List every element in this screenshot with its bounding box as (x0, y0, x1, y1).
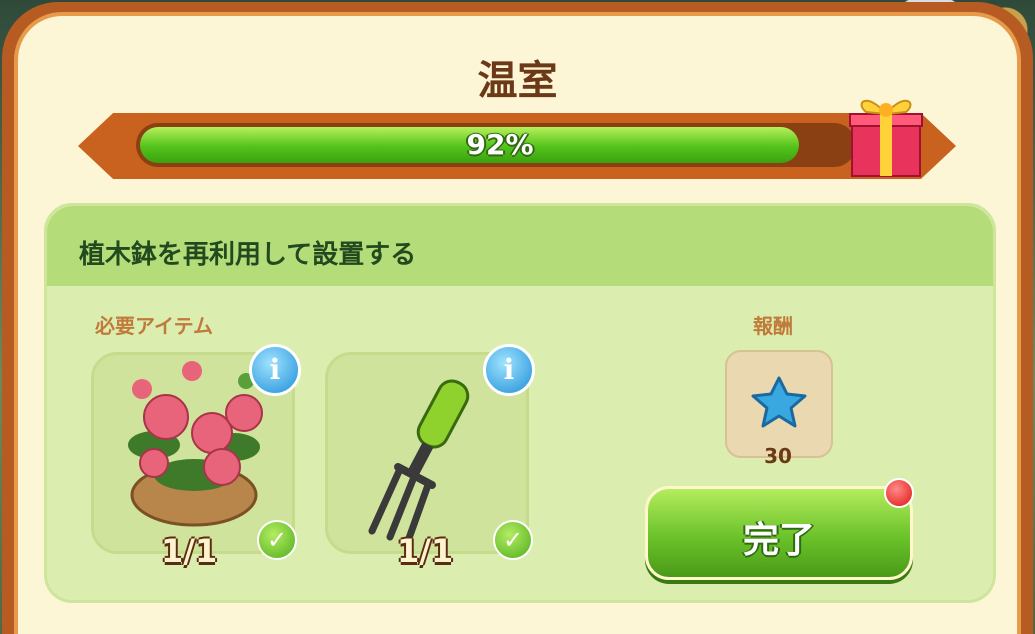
item-info-button[interactable]: i (483, 344, 535, 396)
item-info-button[interactable]: i (249, 344, 301, 396)
reward-slot[interactable] (725, 350, 833, 458)
task-panel: 植木鉢を再利用して設置する 必要アイテム 報酬 i 1/1 ✓ i 1/1 ✓ (44, 203, 996, 603)
progress-text: 92% (466, 128, 534, 161)
item-count: 1/1 (161, 532, 218, 570)
complete-button[interactable]: 完了 (645, 486, 913, 580)
blue-star-icon (751, 376, 807, 428)
notification-dot-icon (884, 478, 914, 508)
checkmark-icon: ✓ (493, 520, 533, 560)
reward-count: 30 (764, 444, 792, 468)
checkmark-icon: ✓ (257, 520, 297, 560)
complete-button-label: 完了 (742, 520, 815, 561)
required-items-label: 必要アイテム (95, 314, 213, 338)
item-count: 1/1 (397, 532, 454, 570)
reward-label: 報酬 (753, 314, 793, 338)
task-description: 植木鉢を再利用して設置する (79, 240, 417, 270)
gift-box-icon[interactable] (848, 88, 924, 180)
